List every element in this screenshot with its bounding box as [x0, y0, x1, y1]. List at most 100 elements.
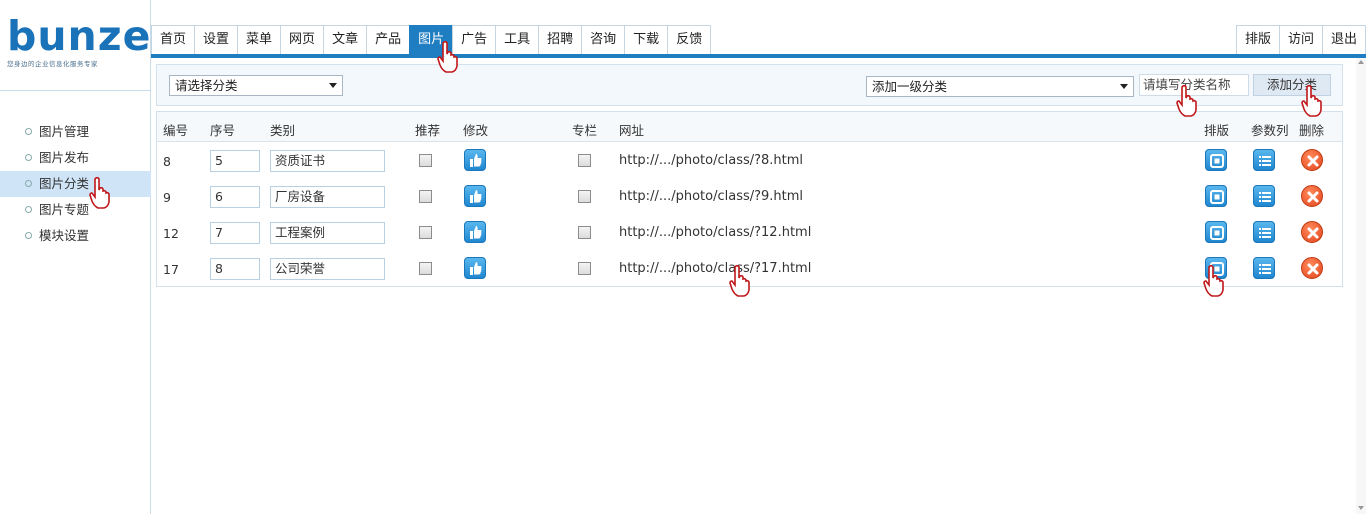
tab-webpage[interactable]: 网页 [280, 25, 325, 54]
order-input[interactable]: 8 [210, 258, 260, 280]
sidebar-menu: 图片管理 图片发布 图片分类 图片专题 模块设置 [0, 119, 151, 249]
category-url[interactable]: http://.../photo/class/?8.html [619, 153, 803, 168]
layout-icon[interactable] [1205, 221, 1227, 243]
order-input[interactable]: 6 [210, 186, 260, 208]
tab-visit[interactable]: 访问 [1278, 25, 1323, 54]
category-name-field[interactable]: 资质证书 [270, 150, 385, 172]
column-checkbox[interactable] [578, 226, 591, 239]
category-url[interactable]: http://.../photo/class/?17.html [619, 261, 811, 276]
thumbs-up-icon[interactable] [464, 185, 486, 207]
tab-article[interactable]: 文章 [323, 25, 368, 54]
thumbs-up-icon[interactable] [464, 257, 486, 279]
sidebar-item-module-settings[interactable]: 模块设置 [0, 223, 151, 249]
category-select-value: 请选择分类 [175, 78, 238, 93]
tab-product[interactable]: 产品 [366, 25, 411, 54]
tab-feedback[interactable]: 反馈 [667, 25, 712, 54]
column-checkbox[interactable] [578, 190, 591, 203]
logo[interactable]: bunze 您身边的企业信息化服务专家 [7, 12, 152, 74]
header-category: 类别 [270, 123, 296, 138]
vertical-scrollbar[interactable] [1356, 58, 1366, 514]
add-category-button[interactable]: 添加分类 [1253, 74, 1331, 96]
sidebar-item-label: 图片分类 [39, 176, 90, 191]
tab-download[interactable]: 下载 [624, 25, 669, 54]
header-edit: 修改 [463, 123, 489, 138]
bullet-icon [25, 232, 32, 239]
recommend-checkbox[interactable] [419, 154, 432, 167]
sidebar-item-label: 图片管理 [39, 124, 90, 139]
sidebar-item-label: 图片专题 [39, 202, 90, 217]
tab-ads[interactable]: 广告 [452, 25, 497, 54]
sidebar-item-label: 模块设置 [39, 228, 90, 243]
sidebar-divider [0, 90, 151, 91]
list-icon[interactable] [1253, 185, 1275, 207]
sidebar-item-photo-publish[interactable]: 图片发布 [0, 145, 151, 171]
header-url: 网址 [619, 123, 645, 138]
table-row: 8 5 资质证书 http://.../photo/class/?8.html [157, 143, 1342, 179]
layout-icon[interactable] [1205, 185, 1227, 207]
category-url[interactable]: http://.../photo/class/?9.html [619, 189, 803, 204]
delete-icon[interactable] [1301, 149, 1323, 171]
scroll-down-icon[interactable] [1358, 506, 1364, 510]
thumbs-up-icon[interactable] [464, 221, 486, 243]
tab-layout[interactable]: 排版 [1235, 25, 1280, 54]
bullet-icon [25, 180, 32, 187]
main-tabs: 首页 设置 菜单 网页 文章 产品 图片 广告 工具 招聘 咨询 下载 反馈 [151, 25, 712, 54]
row-id: 12 [163, 226, 179, 241]
level-select[interactable]: 添加一级分类 [866, 76, 1134, 97]
tab-tools[interactable]: 工具 [495, 25, 540, 54]
category-url[interactable]: http://.../photo/class/?12.html [619, 225, 811, 240]
order-input[interactable]: 5 [210, 150, 260, 172]
header-layout: 排版 [1204, 123, 1230, 138]
category-name-input[interactable]: 请填写分类名称 [1139, 74, 1249, 96]
tab-settings[interactable]: 设置 [194, 25, 239, 54]
tab-menu[interactable]: 菜单 [237, 25, 282, 54]
level-select-value: 添加一级分类 [872, 79, 948, 94]
sidebar-item-photo-category[interactable]: 图片分类 [0, 171, 151, 197]
tab-jobs[interactable]: 招聘 [538, 25, 583, 54]
row-id: 8 [163, 154, 171, 169]
logo-wordmark: bunze [7, 12, 152, 60]
list-icon[interactable] [1253, 149, 1275, 171]
delete-icon[interactable] [1301, 221, 1323, 243]
recommend-checkbox[interactable] [419, 190, 432, 203]
scroll-up-icon[interactable] [1358, 60, 1364, 64]
delete-icon[interactable] [1301, 185, 1323, 207]
tab-photo[interactable]: 图片 [409, 25, 454, 54]
category-name-field[interactable]: 厂房设备 [270, 186, 385, 208]
thumbs-up-icon[interactable] [464, 149, 486, 171]
order-input[interactable]: 7 [210, 222, 260, 244]
tab-inquiry[interactable]: 咨询 [581, 25, 626, 54]
recommend-checkbox[interactable] [419, 226, 432, 239]
bullet-icon [25, 128, 32, 135]
column-checkbox[interactable] [578, 262, 591, 275]
sidebar-item-label: 图片发布 [39, 150, 90, 165]
category-name-placeholder: 请填写分类名称 [1143, 77, 1231, 92]
table-row: 9 6 厂房设备 http://.../photo/class/?9.html [157, 179, 1342, 215]
chevron-down-icon [1120, 84, 1128, 89]
table-row: 12 7 工程案例 http://.../photo/class/?12.htm… [157, 215, 1342, 251]
header-order: 序号 [210, 123, 236, 138]
list-icon[interactable] [1253, 221, 1275, 243]
layout-icon[interactable] [1205, 149, 1227, 171]
list-icon[interactable] [1253, 257, 1275, 279]
chevron-down-icon [329, 83, 337, 88]
category-toolbar: 请选择分类 添加一级分类 请填写分类名称 添加分类 [156, 64, 1343, 106]
sidebar-item-photo-topic[interactable]: 图片专题 [0, 197, 151, 223]
tab-home[interactable]: 首页 [151, 25, 196, 54]
bullet-icon [25, 154, 32, 161]
layout-icon[interactable] [1205, 257, 1227, 279]
header-params: 参数列 [1251, 123, 1289, 138]
header-id: 编号 [163, 123, 189, 138]
header-delete: 删除 [1299, 123, 1325, 138]
recommend-checkbox[interactable] [419, 262, 432, 275]
row-id: 17 [163, 262, 179, 277]
column-checkbox[interactable] [578, 154, 591, 167]
delete-icon[interactable] [1301, 257, 1323, 279]
tab-logout[interactable]: 退出 [1321, 25, 1366, 54]
category-select[interactable]: 请选择分类 [169, 75, 343, 96]
table-header: 编号 序号 类别 推荐 修改 专栏 网址 排版 参数列 删除 [157, 112, 1342, 142]
top-nav: 首页 设置 菜单 网页 文章 产品 图片 广告 工具 招聘 咨询 下载 反馈 排… [151, 0, 1366, 58]
category-name-field[interactable]: 工程案例 [270, 222, 385, 244]
category-name-field[interactable]: 公司荣誉 [270, 258, 385, 280]
sidebar-item-photo-manage[interactable]: 图片管理 [0, 119, 151, 145]
